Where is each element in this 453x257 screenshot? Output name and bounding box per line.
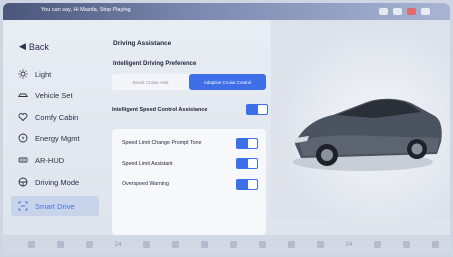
alert-icon [407, 8, 416, 15]
speed-control-label: Intelligent Speed Control Assistance [112, 107, 208, 113]
dock-settings-icon[interactable] [421, 239, 450, 251]
bottom-dock: 24 24 [3, 235, 450, 254]
sidebar-item-light[interactable]: Light [18, 69, 51, 79]
sidebar-item-label: Driving Mode [35, 177, 80, 187]
page-title: Driving Assistance [113, 40, 172, 47]
voice-assistant-hint: You can say, Hi Mazda, Stop Playing [41, 7, 131, 13]
dock-menu-icon[interactable] [75, 239, 104, 251]
steering-wheel-icon [18, 177, 28, 187]
dock-temp-left[interactable]: 24 [104, 239, 133, 251]
sidebar-item-smart-drive[interactable]: Smart Drive [18, 201, 75, 211]
back-arrow-icon: ◀ [19, 41, 26, 51]
overspeed-warning-toggle[interactable] [236, 179, 258, 190]
overspeed-warning-label: Overspeed Warning [122, 181, 169, 187]
toggle-knob [248, 159, 257, 168]
car-illustration [293, 98, 442, 171]
dock-volume-icon[interactable] [363, 239, 392, 251]
speed-limit-prompt-toggle[interactable] [236, 138, 258, 149]
sidebar-item-label: Light [35, 69, 52, 79]
sidebar-item-vehicle-set[interactable]: Vehicle Set [18, 90, 73, 100]
speed-settings-card: Speed Limit Change Prompt Tone Speed Lim… [112, 129, 266, 235]
sidebar-item-comfy-cabin[interactable]: Comfy Cabin [18, 112, 78, 122]
speed-control-toggle[interactable] [246, 104, 268, 115]
status-bar: You can say, Hi Mazda, Stop Playing [3, 3, 450, 20]
back-label: Back [28, 41, 49, 52]
toggle-knob [258, 105, 267, 114]
hud-icon [18, 155, 28, 165]
signal-icon [379, 8, 388, 15]
status-icons [379, 8, 430, 15]
sidebar-item-label: Comfy Cabin [35, 112, 79, 122]
option-adaptive-cruise-control[interactable]: Adaptive Cruise Control [189, 74, 266, 90]
dock-car-icon[interactable] [190, 239, 219, 251]
sidebar-item-energy-mgmt[interactable]: Energy Mgmt [18, 133, 80, 143]
preference-segmented-control: Smart Cruise Asst Adaptive Cruise Contro… [112, 74, 266, 90]
dock-apps-icon[interactable] [46, 239, 75, 251]
smart-drive-icon [18, 201, 28, 211]
settings-sidebar: ◀ Back Light Vehicle Set Comfy Cabin Ene… [3, 20, 101, 220]
dock-defrost-icon[interactable] [248, 239, 277, 251]
dock-temp-right[interactable]: 24 [334, 239, 363, 251]
dock-fan-icon[interactable] [132, 239, 161, 251]
energy-gauge-icon [18, 133, 28, 143]
dock-ac-icon[interactable] [219, 239, 248, 251]
vehicle-preview [271, 20, 450, 220]
speed-limit-assistant-toggle[interactable] [236, 158, 258, 169]
bluetooth-icon [393, 8, 402, 15]
screen-frame: You can say, Hi Mazda, Stop Playing ◀ Ba… [3, 3, 450, 254]
sidebar-item-driving-mode[interactable]: Driving Mode [18, 177, 79, 187]
user-icon[interactable] [421, 8, 430, 15]
car-outline-icon [18, 90, 28, 100]
toggle-knob [248, 180, 257, 189]
preference-title: Intelligent Driving Preference [113, 61, 197, 67]
speed-limit-prompt-label: Speed Limit Change Prompt Tone [122, 140, 202, 146]
sun-icon [18, 69, 28, 79]
toggle-knob [248, 139, 257, 148]
sidebar-item-ar-hud[interactable]: AR-HUD [18, 155, 64, 165]
dock-rear-defrost-icon[interactable] [277, 239, 306, 251]
speed-limit-assistant-label: Speed Limit Assistant [122, 161, 173, 167]
sidebar-item-label: Energy Mgmt [35, 133, 80, 143]
sidebar-item-label: Smart Drive [35, 201, 75, 211]
dock-phone-icon[interactable] [392, 239, 421, 251]
heart-icon [18, 112, 28, 122]
back-button[interactable]: ◀ Back [19, 41, 49, 52]
dock-heat-icon[interactable] [306, 239, 335, 251]
dock-home-icon[interactable] [17, 239, 46, 251]
dock-seat-icon[interactable] [161, 239, 190, 251]
option-smart-cruise-asst[interactable]: Smart Cruise Asst [112, 74, 189, 90]
sidebar-item-label: Vehicle Set [35, 90, 73, 100]
sidebar-item-label: AR-HUD [35, 155, 65, 165]
